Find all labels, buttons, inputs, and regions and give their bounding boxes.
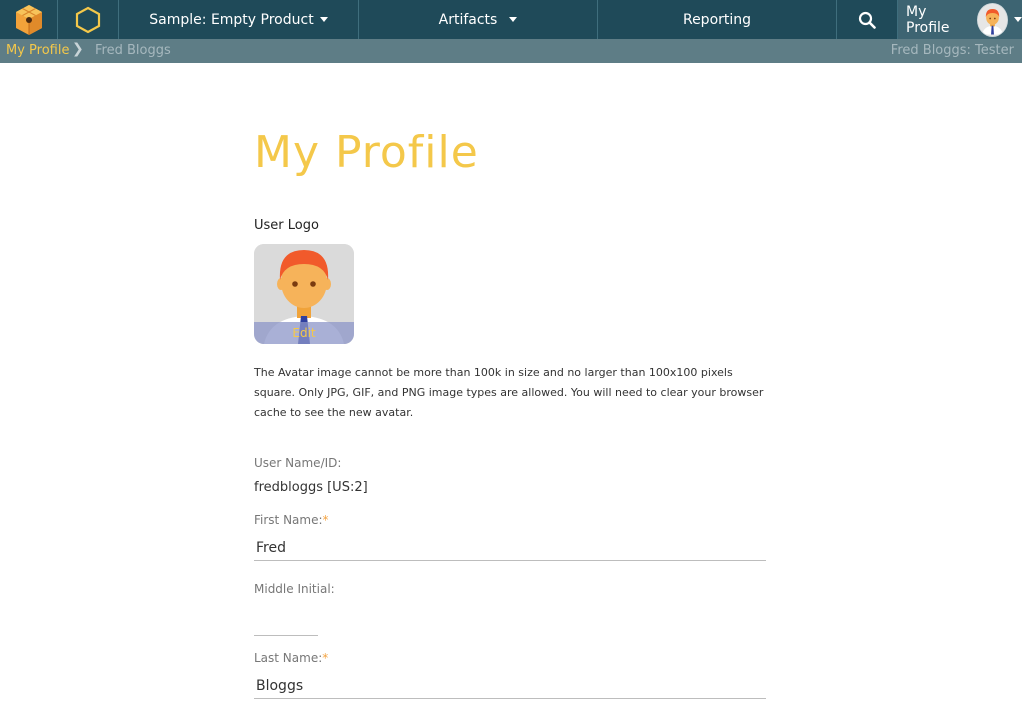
artifacts-menu-label: Artifacts [438,11,498,28]
app-logo-button[interactable] [0,0,58,39]
user-logo-label: User Logo [254,218,319,233]
breadcrumb-my-profile-link[interactable]: My Profile [6,43,69,58]
username-value: fredbloggs [US:2] [254,480,368,495]
breadcrumb-current: Fred Bloggs [95,43,171,58]
last-name-label: Last Name:* [254,651,328,665]
user-role-label: Fred Bloggs: Tester [890,43,1014,58]
reporting-menu[interactable]: Reporting [598,0,837,39]
required-marker: * [322,651,329,665]
required-marker: * [322,513,329,527]
last-name-input[interactable] [254,674,766,699]
my-profile-menu[interactable]: My Profile [898,0,1022,39]
hexagon-icon [75,6,101,33]
middle-initial-label: Middle Initial: [254,582,335,596]
product-selector-label: Sample: Empty Product [149,11,314,28]
workspace-hexagon-button[interactable] [58,0,119,39]
last-name-label-text: Last Name: [254,651,323,665]
chevron-right-icon: ❯ [72,41,84,57]
middle-initial-input[interactable] [254,611,318,636]
caret-down-icon [1014,17,1022,22]
first-name-input[interactable] [254,536,766,561]
username-label: User Name/ID: [254,456,342,470]
my-profile-menu-label: My Profile [906,3,950,36]
reporting-menu-label: Reporting [682,11,752,28]
caret-down-icon [509,17,518,22]
caret-down-icon [319,17,328,22]
first-name-label-text: First Name: [254,513,323,527]
avatar-upload[interactable]: Edit [254,244,354,344]
search-button[interactable] [837,0,898,39]
page-title: My Profile [254,127,479,178]
top-navigation-bar: Sample: Empty Product Artifacts Reportin… [0,0,1022,39]
product-selector[interactable]: Sample: Empty Product [119,0,359,39]
avatar [976,2,1008,37]
app-logo-icon [15,4,42,35]
breadcrumb: My Profile ❯ Fred Bloggs Fred Bloggs: Te… [0,39,1022,63]
artifacts-menu[interactable]: Artifacts [359,0,598,39]
first-name-label: First Name:* [254,513,329,527]
avatar-edit-button[interactable]: Edit [254,322,354,344]
search-icon [858,11,876,29]
user-avatar-icon [977,4,1007,35]
avatar-help-text: The Avatar image cannot be more than 100… [254,366,764,419]
